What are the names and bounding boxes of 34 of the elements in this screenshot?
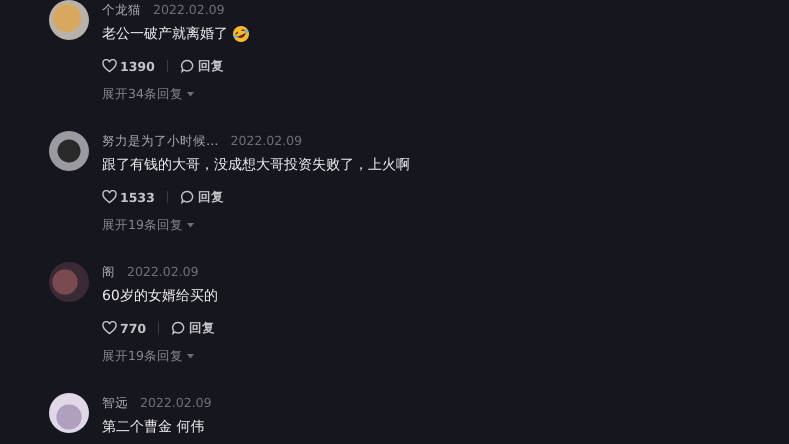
laughing-emoji-icon (232, 25, 250, 43)
comment-date: 2022.02.09 (127, 264, 199, 280)
avatar[interactable] (49, 393, 89, 433)
heart-icon[interactable] (102, 190, 117, 204)
reply-button[interactable]: 回复 (171, 320, 216, 336)
expand-replies-link[interactable]: 展开19条回复 (102, 217, 194, 233)
speech-bubble-icon (180, 59, 194, 73)
heart-icon[interactable] (102, 321, 117, 335)
username[interactable]: 阁 (102, 264, 115, 280)
username[interactable]: 个龙猫 (102, 2, 141, 18)
comment-date: 2022.02.09 (153, 2, 225, 18)
like-count: 1390 (120, 58, 155, 74)
username[interactable]: 智远 (102, 395, 128, 411)
comment-text: 60岁的女婿给买的 (102, 287, 218, 306)
expand-replies-link[interactable]: 展开19条回复 (102, 348, 194, 364)
caret-down-icon (186, 92, 194, 96)
caret-down-icon (186, 354, 194, 358)
caret-down-icon (186, 222, 194, 228)
username[interactable]: 努力是为了小时候… (102, 133, 218, 149)
speech-bubble-icon (171, 321, 186, 335)
comment-text: 老公一破产就离婚了 (102, 25, 228, 44)
like-count: 770 (120, 320, 146, 336)
heart-icon[interactable] (102, 59, 117, 73)
avatar[interactable] (49, 131, 89, 171)
like-count: 1533 (120, 190, 155, 204)
comment-date: 2022.02.09 (140, 395, 212, 411)
reply-button[interactable]: 回复 (180, 58, 224, 74)
avatar[interactable] (49, 0, 89, 40)
reply-button[interactable]: 回复 (180, 188, 224, 206)
comment-date: 2022.02.09 (230, 133, 302, 149)
expand-replies-link[interactable]: 展开34条回复 (102, 86, 194, 102)
comment-text: 第二个曹金 何伟 (102, 418, 204, 437)
speech-bubble-icon (180, 190, 194, 204)
comment-text: 跟了有钱的大哥，没成想大哥投资失败了，上火啊 (102, 156, 410, 175)
